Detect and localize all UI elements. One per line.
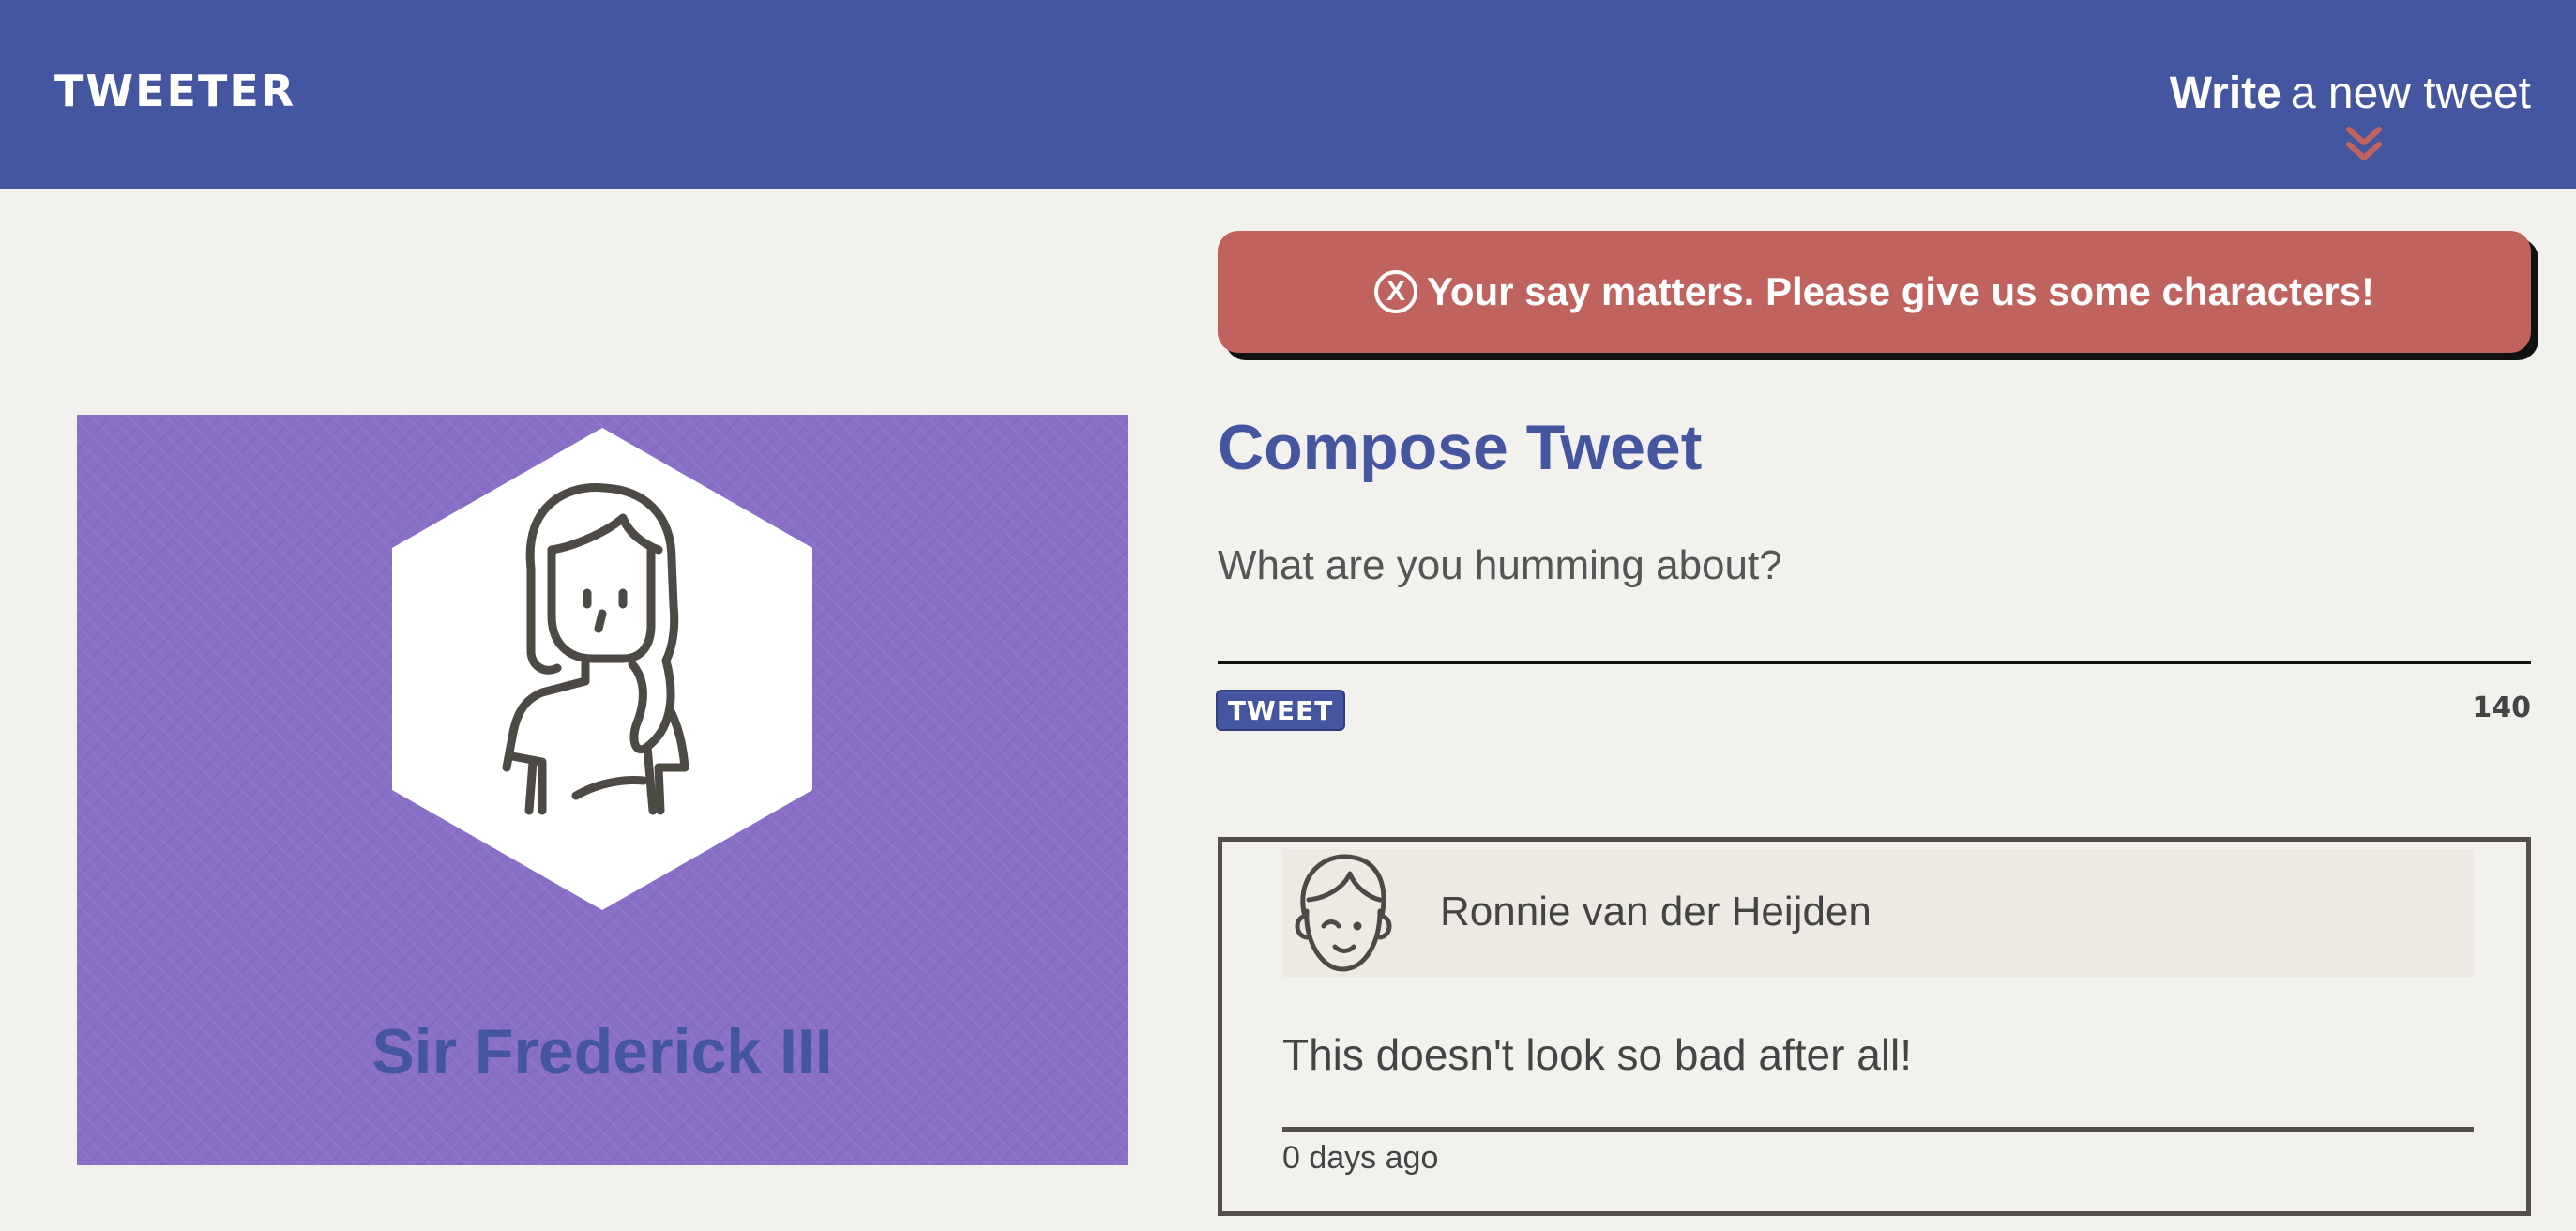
tweet-text: This doesn't look so bad after all! [1282, 1030, 1913, 1079]
tweet-divider [1282, 1127, 2474, 1132]
tweet-author: Ronnie van der Heijden [1440, 889, 1871, 935]
error-message: Your say matters. Please give us some ch… [1426, 269, 2375, 313]
top-nav: TWEETER Write a new tweet [0, 0, 2576, 189]
tweet-input[interactable] [1218, 527, 2531, 664]
tweet-card: Ronnie van der Heijden This doesn't look… [1218, 837, 2531, 1216]
woman-avatar-icon [392, 428, 812, 910]
profile-name: Sir Frederick III [371, 1016, 833, 1087]
x-circle-icon: X [1373, 270, 1417, 313]
write-label: Write [2169, 68, 2281, 118]
tweet-header: Ronnie van der Heijden [1282, 849, 2474, 977]
profile-card: Sir Frederick III [77, 415, 1128, 1165]
error-alert: X Your say matters. Please give us some … [1218, 231, 2531, 353]
boy-avatar-icon [1295, 854, 1392, 972]
tweet-button[interactable]: TWEET [1216, 690, 1345, 731]
tweet-timestamp: 0 days ago [1282, 1140, 1439, 1176]
character-counter: 140 [2472, 691, 2531, 724]
write-new-tweet-link[interactable]: Write a new tweet [2170, 68, 2531, 119]
brand-logo[interactable]: TWEETER [54, 66, 295, 116]
double-chevron-down-icon[interactable] [2343, 126, 2385, 163]
new-tweet-label: a new tweet [2290, 68, 2531, 118]
compose-title: Compose Tweet [1218, 412, 1703, 483]
